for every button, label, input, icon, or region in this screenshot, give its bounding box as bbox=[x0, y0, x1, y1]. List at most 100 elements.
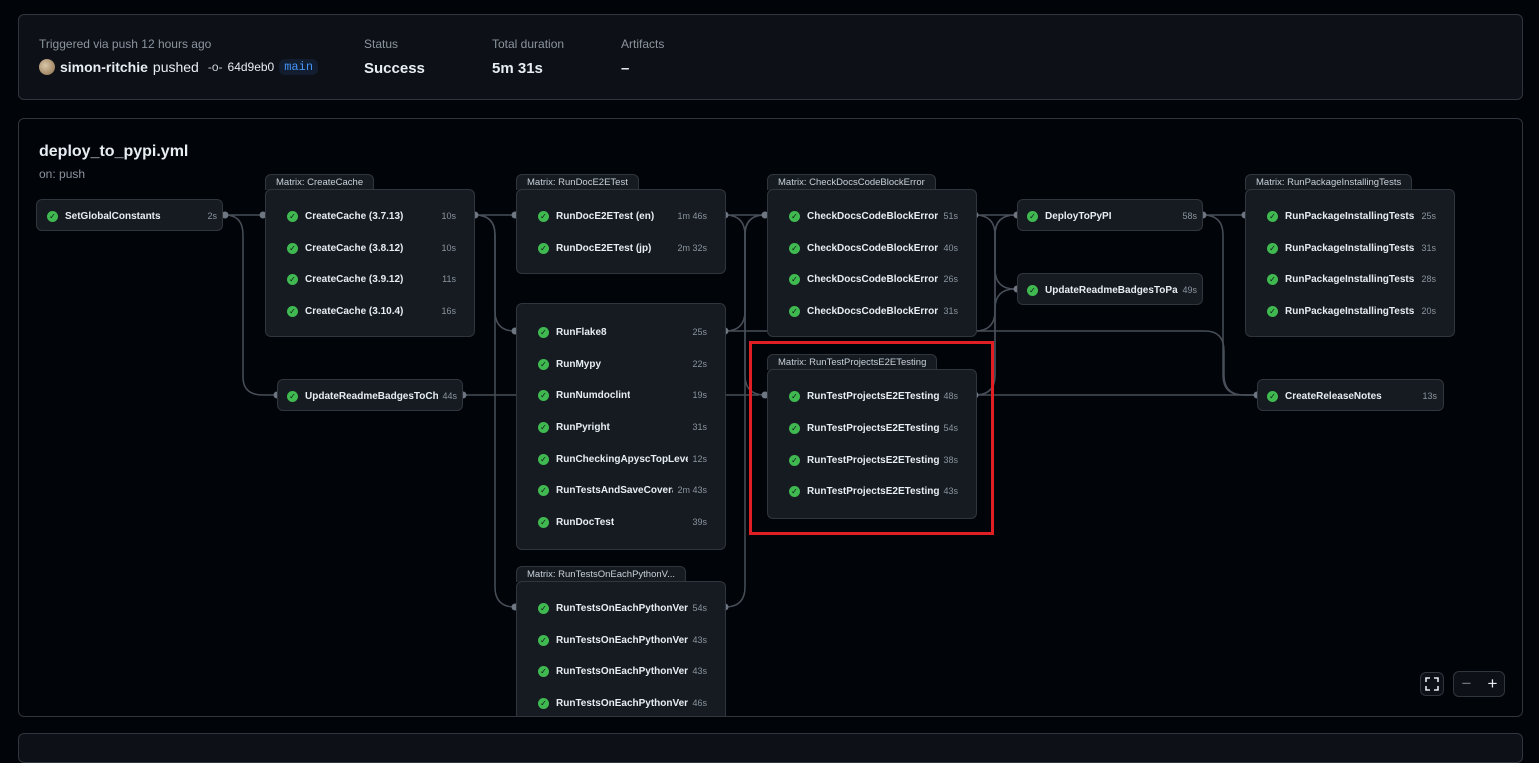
job-create-cache-3[interactable]: ✓ CreateCache (3.9.12) 11s bbox=[287, 263, 456, 295]
job-name: CreateCache (3.7.13) bbox=[305, 210, 404, 222]
matrix-package-install[interactable]: ✓ RunPackageInstallingTests (... 25s ✓ R… bbox=[1245, 189, 1455, 337]
avatar[interactable] bbox=[39, 59, 55, 75]
job-run-numdoclint[interactable]: ✓ RunNumdoclint 19s bbox=[538, 379, 707, 411]
user-link[interactable]: simon-ritchie bbox=[60, 59, 148, 75]
job-name: CreateCache (3.9.12) bbox=[305, 273, 404, 285]
job-duration: 26s bbox=[943, 274, 958, 284]
job-name: RunPyright bbox=[556, 421, 610, 433]
matrix-each-python[interactable]: ✓ RunTestsOnEachPythonVers... 54s ✓ RunT… bbox=[516, 581, 726, 716]
fullscreen-button[interactable] bbox=[1420, 672, 1444, 696]
job-node-set-global-constants[interactable]: ✓ SetGlobalConstants 2s bbox=[36, 199, 223, 231]
status-value: Success bbox=[364, 60, 425, 77]
workflow-graph[interactable]: deploy_to_pypi.yml on: push ✓ SetGlobalC… bbox=[18, 118, 1523, 717]
job-run-tests-save-coverage[interactable]: ✓ RunTestsAndSaveCovera... 2m 43s bbox=[538, 474, 707, 506]
job-duration: 2m 32s bbox=[677, 243, 707, 253]
commit-sha-link[interactable]: 64d9eb0 bbox=[228, 60, 275, 74]
job-each-python-3[interactable]: ✓ RunTestsOnEachPythonVers... 43s bbox=[538, 655, 707, 687]
job-group-lint-tests[interactable]: ✓ RunFlake8 25s ✓ RunMypy 22s ✓ RunNumdo… bbox=[516, 303, 726, 550]
next-section-card bbox=[18, 733, 1523, 763]
job-doc-e2e-jp[interactable]: ✓ RunDocE2ETest (jp) 2m 32s bbox=[538, 232, 707, 264]
job-package-install-2[interactable]: ✓ RunPackageInstallingTests (... 31s bbox=[1267, 232, 1436, 264]
job-run-flake8[interactable]: ✓ RunFlake8 25s bbox=[538, 316, 707, 348]
duration-section: Total duration 5m 31s bbox=[492, 37, 564, 77]
matrix-check-docs[interactable]: ✓ CheckDocsCodeBlockError (... 51s ✓ Che… bbox=[767, 189, 977, 337]
job-node-deploy-to-pypi[interactable]: ✓ DeployToPyPI 58s bbox=[1017, 199, 1203, 231]
job-update-readme-badges-ch[interactable]: ✓ UpdateReadmeBadgesToCh... 44s bbox=[287, 380, 457, 412]
success-check-icon: ✓ bbox=[287, 210, 298, 222]
job-duration: 39s bbox=[692, 517, 707, 527]
job-package-install-1[interactable]: ✓ RunPackageInstallingTests (... 25s bbox=[1267, 200, 1436, 232]
matrix-create-cache[interactable]: ✓ CreateCache (3.7.13) 10s ✓ CreateCache… bbox=[265, 189, 475, 337]
job-name: RunPackageInstallingTests (... bbox=[1285, 273, 1418, 285]
artifacts-value: – bbox=[621, 60, 630, 77]
success-check-icon: ✓ bbox=[538, 484, 549, 496]
job-duration: 43s bbox=[692, 635, 707, 645]
success-check-icon: ✓ bbox=[1267, 210, 1278, 222]
trigger-text: Triggered via push 12 hours ago bbox=[39, 37, 212, 51]
success-check-icon: ✓ bbox=[1267, 242, 1278, 254]
job-run-pyright[interactable]: ✓ RunPyright 31s bbox=[538, 411, 707, 443]
success-check-icon: ✓ bbox=[538, 697, 549, 709]
job-name: UpdateReadmeBadgesToCh... bbox=[305, 390, 439, 402]
success-check-icon: ✓ bbox=[47, 210, 58, 222]
job-run-mypy[interactable]: ✓ RunMypy 22s bbox=[538, 348, 707, 380]
job-run-doctest[interactable]: ✓ RunDocTest 39s bbox=[538, 506, 707, 538]
job-update-readme-badges-pa[interactable]: ✓ UpdateReadmeBadgesToPa... 49s bbox=[1027, 274, 1197, 306]
duration-value: 5m 31s bbox=[492, 60, 543, 77]
job-duration: 16s bbox=[441, 306, 456, 316]
success-check-icon: ✓ bbox=[1027, 210, 1038, 222]
matrix-doc-e2e[interactable]: ✓ RunDocE2ETest (en) 1m 46s ✓ RunDocE2ET… bbox=[516, 189, 726, 274]
job-duration: 40s bbox=[943, 243, 958, 253]
job-name: CheckDocsCodeBlockError (... bbox=[807, 305, 940, 317]
job-name: RunCheckingApyscTopLevel... bbox=[556, 453, 689, 465]
job-node-update-readme-badges-pa[interactable]: ✓ UpdateReadmeBadgesToPa... 49s bbox=[1017, 273, 1203, 305]
job-duration: 54s bbox=[692, 603, 707, 613]
job-duration: 10s bbox=[441, 243, 456, 253]
matrix-tab-check-docs: Matrix: CheckDocsCodeBlockError bbox=[767, 174, 936, 190]
job-create-cache-1[interactable]: ✓ CreateCache (3.7.13) 10s bbox=[287, 200, 456, 232]
job-check-docs-1[interactable]: ✓ CheckDocsCodeBlockError (... 51s bbox=[789, 200, 958, 232]
job-name: CheckDocsCodeBlockError (... bbox=[807, 210, 940, 222]
job-deploy-to-pypi[interactable]: ✓ DeployToPyPI 58s bbox=[1027, 200, 1197, 232]
job-each-python-1[interactable]: ✓ RunTestsOnEachPythonVers... 54s bbox=[538, 592, 707, 624]
zoom-controls: − + bbox=[1453, 671, 1505, 697]
job-duration: 19s bbox=[692, 390, 707, 400]
success-check-icon: ✓ bbox=[1027, 284, 1038, 296]
job-name: CreateCache (3.8.12) bbox=[305, 242, 404, 254]
job-create-cache-2[interactable]: ✓ CreateCache (3.8.12) 10s bbox=[287, 232, 456, 264]
job-duration: 2m 43s bbox=[677, 485, 707, 495]
job-name: SetGlobalConstants bbox=[65, 210, 161, 222]
success-check-icon: ✓ bbox=[287, 242, 298, 254]
job-doc-e2e-en[interactable]: ✓ RunDocE2ETest (en) 1m 46s bbox=[538, 200, 707, 232]
job-create-cache-4[interactable]: ✓ CreateCache (3.10.4) 16s bbox=[287, 295, 456, 327]
job-package-install-4[interactable]: ✓ RunPackageInstallingTests (... 20s bbox=[1267, 295, 1436, 327]
job-check-docs-3[interactable]: ✓ CheckDocsCodeBlockError (... 26s bbox=[789, 263, 958, 295]
branch-badge[interactable]: main bbox=[279, 59, 319, 75]
matrix-tab-doc-e2e: Matrix: RunDocE2ETest bbox=[516, 174, 639, 190]
job-duration: 13s bbox=[1422, 391, 1437, 401]
job-name: RunTestsOnEachPythonVers... bbox=[556, 634, 689, 646]
success-check-icon: ✓ bbox=[287, 273, 298, 285]
job-run-checking-apysc[interactable]: ✓ RunCheckingApyscTopLevel... 12s bbox=[538, 443, 707, 475]
job-name: RunDocE2ETest (en) bbox=[556, 210, 655, 222]
job-duration: 22s bbox=[692, 359, 707, 369]
job-duration: 58s bbox=[1182, 211, 1197, 221]
job-create-release-notes[interactable]: ✓ CreateReleaseNotes 13s bbox=[1267, 380, 1437, 412]
job-package-install-3[interactable]: ✓ RunPackageInstallingTests (... 28s bbox=[1267, 263, 1436, 295]
success-check-icon: ✓ bbox=[287, 305, 298, 317]
job-set-global-constants[interactable]: ✓ SetGlobalConstants 2s bbox=[47, 200, 217, 232]
success-check-icon: ✓ bbox=[538, 453, 549, 465]
success-check-icon: ✓ bbox=[1267, 390, 1278, 402]
job-each-python-4[interactable]: ✓ RunTestsOnEachPythonVers... 46s bbox=[538, 687, 707, 716]
job-check-docs-4[interactable]: ✓ CheckDocsCodeBlockError (... 31s bbox=[789, 295, 958, 327]
job-name: RunTestsAndSaveCovera... bbox=[556, 484, 674, 496]
job-node-update-readme-badges-ch[interactable]: ✓ UpdateReadmeBadgesToCh... 44s bbox=[277, 379, 463, 411]
zoom-out-button[interactable]: − bbox=[1454, 672, 1479, 696]
zoom-in-button[interactable]: + bbox=[1480, 672, 1505, 696]
job-node-create-release-notes[interactable]: ✓ CreateReleaseNotes 13s bbox=[1257, 379, 1444, 411]
job-check-docs-2[interactable]: ✓ CheckDocsCodeBlockError (... 40s bbox=[789, 232, 958, 264]
success-check-icon: ✓ bbox=[1267, 273, 1278, 285]
fullscreen-icon bbox=[1425, 677, 1439, 691]
job-each-python-2[interactable]: ✓ RunTestsOnEachPythonVers... 43s bbox=[538, 624, 707, 656]
job-name: UpdateReadmeBadgesToPa... bbox=[1045, 284, 1179, 296]
